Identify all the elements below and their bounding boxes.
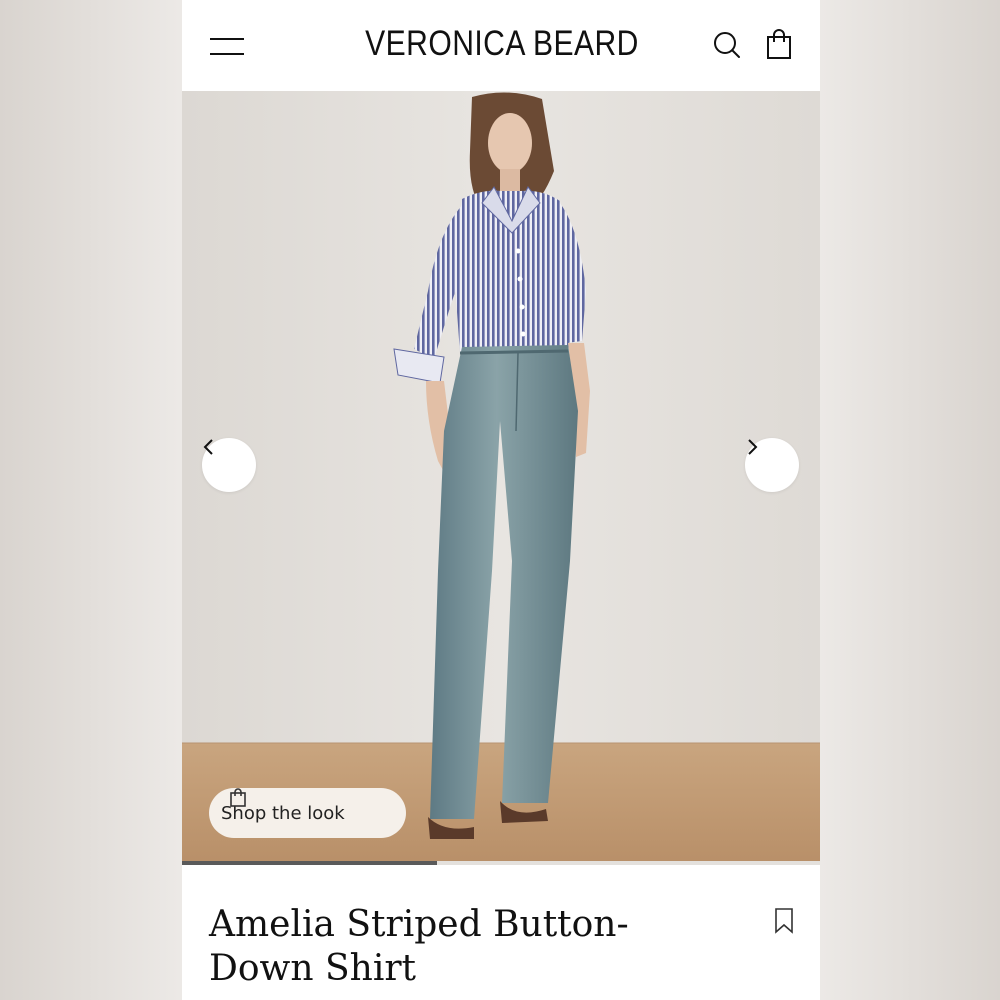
product-info: Amelia Striped Button-Down Shirt (182, 865, 820, 1000)
mobile-viewport: VERONICA BEARD Shop the look Amelia Stri… (182, 0, 820, 1000)
product-photo (182, 91, 820, 865)
hamburger-icon-line (210, 53, 244, 55)
next-image-button[interactable] (745, 438, 799, 492)
search-button[interactable] (710, 28, 744, 62)
hamburger-icon (210, 38, 244, 40)
shopping-bag-icon (230, 788, 246, 807)
brand-logo[interactable]: VERONICA BEARD (356, 24, 648, 64)
chevron-left-icon (203, 439, 213, 455)
bookmark-icon (775, 908, 793, 934)
chevron-right-icon (748, 439, 758, 455)
menu-button[interactable] (210, 34, 244, 58)
product-image-carousel[interactable]: Shop the look (182, 91, 820, 865)
search-icon (714, 32, 740, 58)
shopping-bag-icon (767, 29, 791, 59)
site-header: VERONICA BEARD (182, 0, 820, 91)
product-title: Amelia Striped Button-Down Shirt (209, 904, 629, 989)
previous-image-button[interactable] (202, 438, 256, 492)
cart-button[interactable] (762, 28, 796, 62)
shop-the-look-button[interactable]: Shop the look (209, 788, 406, 838)
save-to-wishlist-button[interactable] (772, 907, 796, 935)
